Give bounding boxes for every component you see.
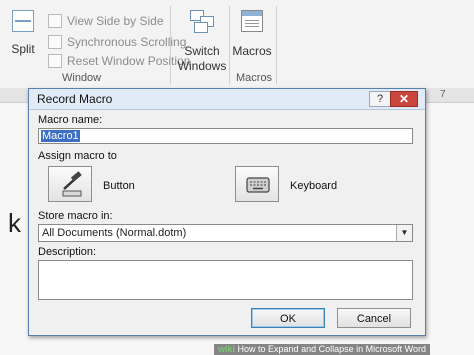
switch-windows-button[interactable]: Switch Windows [176,10,228,74]
button-option-label[interactable]: Button [103,180,135,192]
macro-name-input[interactable]: Macro1 [38,128,413,144]
sync-scrolling-icon [48,34,62,49]
macros-label: Macros [232,44,272,58]
ruler-mark: 7 [440,89,446,100]
dropdown-arrow-icon[interactable]: ▼ [396,225,412,241]
assign-keyboard-button[interactable] [235,166,279,202]
document-text: k [8,208,21,238]
macros-group-label: Macros [236,72,273,84]
cancel-button[interactable]: Cancel [337,308,411,328]
switch-label-1: Switch [184,44,220,58]
help-button[interactable]: ? [369,91,391,107]
record-macro-dialog: Record Macro ? ✕ Macro name: Macro1 Assi… [28,88,426,336]
assign-macro-label: Assign macro to [38,150,117,162]
watermark-brand: wiki [218,344,236,354]
dialog-titlebar[interactable]: Record Macro ? ✕ [29,89,425,110]
macro-name-value: Macro1 [41,130,80,142]
synchronous-scrolling-button[interactable]: Synchronous Scrolling [48,33,186,51]
ribbon-divider [276,6,277,84]
dialog-title: Record Macro [37,92,113,106]
macro-name-label: Macro name: [38,114,103,126]
ribbon: Split View Side by Side Synchronous Scro… [0,0,474,89]
watermark: wiki How to Expand and Collapse in Micro… [214,344,430,355]
switch-label-2: Windows [177,59,227,73]
split-icon [12,10,34,32]
keyboard-option-label[interactable]: Keyboard [290,180,337,192]
ribbon-divider [229,6,230,84]
description-textarea[interactable] [38,260,413,300]
keyboard-icon [246,177,270,193]
store-macro-value: All Documents (Normal.dotm) [42,227,187,239]
view-side-by-side-button[interactable]: View Side by Side [48,12,164,30]
macros-button[interactable]: Macros [232,10,272,59]
description-label: Description: [38,246,97,258]
store-macro-select[interactable]: All Documents (Normal.dotm) ▼ [38,224,413,242]
switch-windows-icon [190,10,214,33]
view-side-by-side-icon [48,13,62,28]
window-group-label: Window [62,72,102,84]
ribbon-divider [170,6,171,84]
assign-button-button[interactable] [48,166,92,202]
watermark-text: How to Expand and Collapse in Microsoft … [237,344,426,354]
reset-window-icon [48,53,62,68]
macros-icon [241,10,263,32]
close-button[interactable]: ✕ [390,91,418,107]
split-label: Split [11,42,35,56]
store-macro-label: Store macro in: [38,210,113,222]
split-button[interactable]: Split [10,10,36,56]
ok-button[interactable]: OK [251,308,325,328]
hammer-icon [62,171,82,197]
